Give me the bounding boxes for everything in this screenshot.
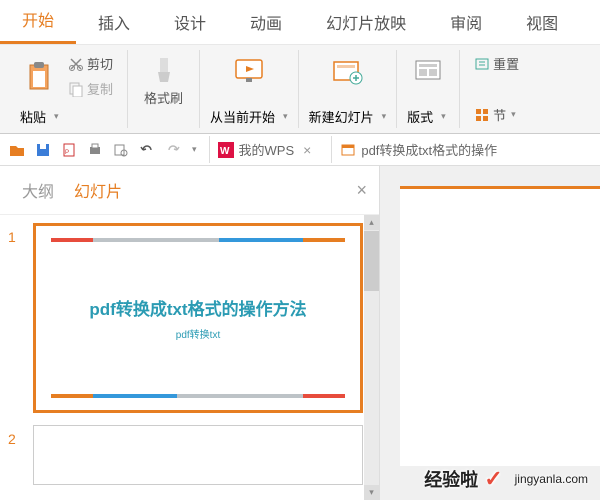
clipboard-icon: [26, 61, 52, 91]
chevron-down-icon[interactable]: ▾: [54, 111, 59, 122]
copy-icon: [68, 81, 84, 97]
format-painter-group: 格式刷: [128, 50, 200, 128]
slide-title: pdf转换成txt格式的操作方法: [89, 295, 306, 320]
slideshow-group: 从当前开始 ▾: [200, 50, 299, 128]
format-painter-button[interactable]: 格式刷: [138, 52, 189, 111]
chevron-down-icon[interactable]: ▾: [511, 109, 516, 120]
slide-preview-area: [380, 166, 600, 500]
tab-review[interactable]: 审阅: [428, 0, 504, 44]
doc-tab-wps[interactable]: W 我的WPS ×: [209, 136, 320, 163]
svg-text:P: P: [65, 150, 69, 156]
undo-icon[interactable]: [138, 141, 156, 159]
new-slide-label: 新建幻灯片: [309, 107, 374, 126]
close-tab-icon[interactable]: ×: [303, 142, 311, 158]
play-screen-icon: [232, 56, 266, 86]
chevron-down-icon[interactable]: ▾: [441, 111, 446, 122]
reset-label: 重置: [493, 54, 519, 73]
open-icon[interactable]: [8, 141, 26, 159]
print-icon[interactable]: [86, 141, 104, 159]
format-painter-label: 格式刷: [144, 88, 183, 107]
chevron-down-icon[interactable]: ▾: [283, 111, 288, 122]
tab-view[interactable]: 视图: [504, 0, 580, 44]
reset-button[interactable]: 重置: [470, 52, 523, 75]
new-slide-button[interactable]: [309, 52, 387, 90]
slide-number: 2: [8, 425, 23, 485]
ribbon-tabs: 开始 插入 设计 动画 幻灯片放映 审阅 视图: [0, 0, 600, 44]
slide-thumbnail[interactable]: pdf转换成txt格式的操作方法 pdf转换txt: [33, 223, 363, 413]
slide-row: 2: [8, 425, 371, 485]
tab-start[interactable]: 开始: [0, 0, 76, 44]
paste-label[interactable]: 粘贴: [20, 107, 46, 126]
watermark: 经验啦 ✓ jingyanla.com: [424, 466, 588, 492]
slide-number: 1: [8, 223, 23, 413]
copy-button[interactable]: 复制: [64, 77, 117, 100]
svg-text:W: W: [220, 146, 230, 157]
tab-slides[interactable]: 幻灯片: [64, 174, 132, 206]
slide-canvas[interactable]: [400, 186, 600, 466]
doc-tab-current[interactable]: pdf转换成txt格式的操作: [331, 136, 505, 163]
slide-panel: 大纲 幻灯片 × 1 pdf转换成txt格式的操作方法 pdf转换txt 2 ▴: [0, 166, 380, 500]
from-current-label: 从当前开始: [210, 107, 275, 126]
paintbrush-icon: [150, 56, 178, 86]
scrollbar[interactable]: ▴ ▾: [364, 215, 379, 500]
reset-icon: [474, 56, 490, 72]
slide-subtitle: pdf转换txt: [176, 326, 220, 341]
layout-group: 版式 ▾: [397, 50, 460, 128]
tab-outline[interactable]: 大纲: [12, 174, 64, 206]
tab-insert[interactable]: 插入: [76, 0, 152, 44]
export-pdf-icon[interactable]: P: [60, 141, 78, 159]
slide-thumbnail[interactable]: [33, 425, 363, 485]
redo-icon[interactable]: [164, 141, 182, 159]
accent-bar-bottom: [51, 394, 345, 398]
section-button[interactable]: 节▾: [470, 103, 523, 126]
accent-bar-top: [51, 238, 345, 242]
watermark-text: 经验啦: [424, 466, 478, 492]
layout-label: 版式: [407, 107, 433, 126]
slide-list: 1 pdf转换成txt格式的操作方法 pdf转换txt 2 ▴ ▾: [0, 215, 379, 500]
scroll-down-icon[interactable]: ▾: [364, 485, 379, 500]
scissors-icon: [68, 56, 84, 72]
paste-button[interactable]: [20, 57, 58, 95]
new-slide-group: 新建幻灯片 ▾: [299, 50, 398, 128]
doc-tab-current-label: pdf转换成txt格式的操作: [361, 140, 497, 159]
new-slide-icon: [330, 56, 364, 86]
qat-more-icon[interactable]: ▾: [192, 144, 197, 155]
clipboard-group: 剪切 复制 粘贴 ▾: [10, 50, 128, 128]
watermark-url: jingyanla.com: [515, 472, 588, 486]
from-current-button[interactable]: [210, 52, 288, 90]
copy-label: 复制: [87, 79, 113, 98]
layout-icon: [413, 56, 443, 86]
presentation-icon: [340, 142, 356, 158]
close-panel-icon[interactable]: ×: [356, 180, 367, 201]
scroll-thumb[interactable]: [364, 231, 379, 291]
sidebar-tabs: 大纲 幻灯片 ×: [0, 166, 379, 215]
cut-button[interactable]: 剪切: [64, 52, 117, 75]
scroll-up-icon[interactable]: ▴: [364, 215, 379, 230]
ribbon: 剪切 复制 粘贴 ▾ 格式刷 从当前开始 ▾: [0, 44, 600, 134]
chevron-down-icon[interactable]: ▾: [382, 111, 387, 122]
wps-logo-icon: W: [218, 142, 234, 158]
cut-label: 剪切: [87, 54, 113, 73]
section-label: 节: [493, 105, 506, 124]
section-icon: [474, 107, 490, 123]
layout-button[interactable]: [407, 52, 449, 90]
tab-animation[interactable]: 动画: [228, 0, 304, 44]
doc-tab-wps-label: 我的WPS: [239, 140, 295, 159]
work-area: 大纲 幻灯片 × 1 pdf转换成txt格式的操作方法 pdf转换txt 2 ▴: [0, 166, 600, 500]
print-preview-icon[interactable]: [112, 141, 130, 159]
checkmark-icon: ✓: [484, 466, 502, 492]
reset-section-group: 重置 节▾: [460, 50, 533, 128]
save-icon[interactable]: [34, 141, 52, 159]
slide-row: 1 pdf转换成txt格式的操作方法 pdf转换txt: [8, 223, 371, 413]
tab-design[interactable]: 设计: [152, 0, 228, 44]
quick-access-bar: P ▾ W 我的WPS × pdf转换成txt格式的操作: [0, 134, 600, 166]
tab-slideshow[interactable]: 幻灯片放映: [304, 0, 428, 44]
